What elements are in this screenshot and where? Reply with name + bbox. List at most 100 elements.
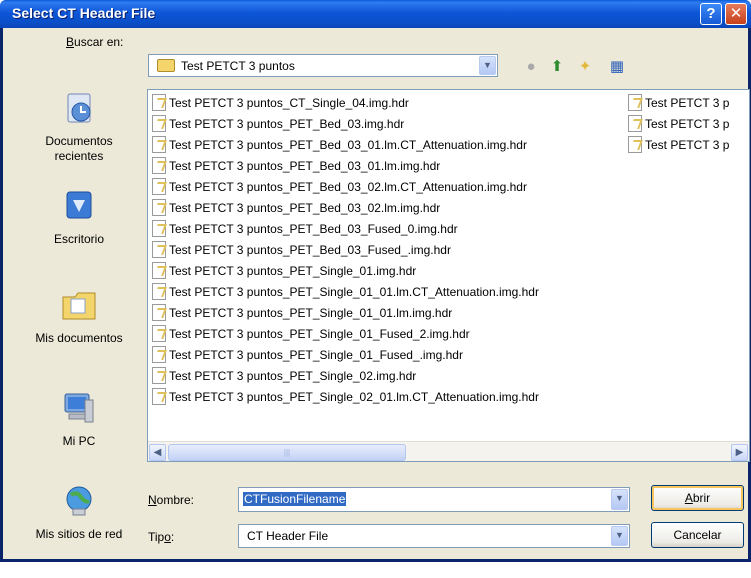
file-item[interactable]: Test PETCT 3 puntos_PET_Bed_03_Fused_0.i… (152, 219, 458, 239)
file-name: Test PETCT 3 puntos_PET_Single_02_01.lm.… (169, 390, 539, 404)
place-my-computer[interactable]: Mi PC (24, 390, 134, 449)
file-icon (628, 115, 642, 133)
chevron-down-icon[interactable]: ▼ (611, 489, 628, 510)
file-icon (152, 136, 166, 154)
place-recent-documents[interactable]: Documentos recientes (24, 90, 134, 164)
file-item[interactable]: Test PETCT 3 puntos_PET_Single_02.img.hd… (152, 366, 416, 386)
file-item[interactable]: Test PETCT 3 puntos_PET_Bed_03_01.lm.CT_… (152, 135, 527, 155)
filetype-select[interactable]: CT Header File ▼ (238, 524, 630, 548)
folder-icon (157, 59, 175, 72)
up-folder-icon[interactable]: ⬆ (546, 56, 568, 78)
file-item[interactable]: Test PETCT 3 puntos_PET_Single_01.img.hd… (152, 261, 416, 281)
filetype-value: CT Header File (247, 529, 329, 543)
file-name: Test PETCT 3 puntos_CT_Single_04.img.hdr (169, 96, 409, 110)
file-icon (152, 241, 166, 259)
file-list[interactable]: Test PETCT 3 puntos_CT_Single_04.img.hdr… (147, 89, 750, 462)
file-icon (152, 304, 166, 322)
look-in-combo[interactable]: Test PETCT 3 puntos ▼ (148, 54, 498, 77)
dialog-window: Select CT Header File ? ✕ Buscar en: Tes… (0, 0, 751, 562)
chevron-down-icon[interactable]: ▼ (479, 56, 496, 75)
file-icon (152, 220, 166, 238)
place-network[interactable]: Mis sitios de red (24, 483, 134, 542)
file-icon (152, 94, 166, 112)
filename-input[interactable]: CTFusionFilename ▼ (238, 487, 630, 512)
new-folder-icon[interactable]: ✦ (574, 56, 596, 78)
close-icon: ✕ (729, 5, 743, 22)
file-icon (152, 346, 166, 364)
open-button[interactable]: Abrir (651, 485, 744, 511)
file-name: Test PETCT 3 puntos_PET_Bed_03_Fused_.im… (169, 243, 451, 257)
places-bar: Documentos recientes Escritorio Mis docu… (24, 90, 134, 578)
file-name: Test PETCT 3 puntos_PET_Single_01_01.lm.… (169, 306, 453, 320)
file-name: Test PETCT 3 p (645, 96, 730, 110)
file-item[interactable]: Test PETCT 3 p (628, 114, 729, 134)
back-icon[interactable]: ● (520, 56, 542, 78)
close-button[interactable]: ✕ (725, 3, 747, 25)
file-icon (152, 262, 166, 280)
filename-label: Nombre: (148, 493, 195, 507)
file-icon (152, 199, 166, 217)
file-name: Test PETCT 3 puntos_PET_Bed_03_02.lm.CT_… (169, 180, 527, 194)
desktop-icon (66, 191, 92, 219)
place-desktop[interactable]: Escritorio (24, 188, 134, 247)
file-name: Test PETCT 3 puntos_PET_Bed_03_01.lm.CT_… (169, 138, 527, 152)
file-name: Test PETCT 3 puntos_PET_Bed_03_01.lm.img… (169, 159, 441, 173)
file-name: Test PETCT 3 puntos_PET_Single_01_Fused_… (169, 327, 470, 341)
chevron-down-icon[interactable]: ▼ (611, 526, 628, 546)
my-computer-icon (64, 393, 94, 423)
file-item[interactable]: Test PETCT 3 p (628, 93, 729, 113)
file-icon (152, 283, 166, 301)
cancel-button[interactable]: Cancelar (651, 522, 744, 548)
file-item[interactable]: Test PETCT 3 puntos_PET_Bed_03_01.lm.img… (152, 156, 440, 176)
my-documents-icon (62, 292, 96, 320)
file-name: Test PETCT 3 p (645, 117, 730, 131)
file-item[interactable]: Test PETCT 3 puntos_PET_Single_02_01.lm.… (152, 387, 539, 407)
place-my-documents[interactable]: Mis documentos (24, 287, 134, 346)
filetype-label: Tipo: (148, 530, 175, 544)
file-item[interactable]: Test PETCT 3 puntos_PET_Single_01_Fused_… (152, 324, 470, 344)
window-title: Select CT Header File (12, 5, 156, 21)
scrollbar-thumb[interactable]: ||| (168, 444, 406, 461)
file-name: Test PETCT 3 puntos_PET_Single_01_Fused_… (169, 348, 463, 362)
file-icon (152, 325, 166, 343)
file-item[interactable]: Test PETCT 3 p (628, 135, 729, 155)
help-icon: ? (706, 5, 716, 22)
place-label: Documentos recientes (45, 134, 113, 163)
horizontal-scrollbar[interactable]: ◀ ||| ▶ (148, 441, 749, 461)
file-item[interactable]: Test PETCT 3 puntos_PET_Bed_03_02.lm.img… (152, 198, 440, 218)
place-label: Escritorio (53, 232, 104, 246)
scroll-left-icon[interactable]: ◀ (149, 444, 166, 461)
look-in-label: Buscar en: (66, 35, 124, 49)
file-icon (152, 367, 166, 385)
scroll-right-icon[interactable]: ▶ (731, 444, 748, 461)
file-icon (152, 178, 166, 196)
file-item[interactable]: Test PETCT 3 puntos_PET_Bed_03_02.lm.CT_… (152, 177, 527, 197)
filename-value: CTFusionFilename (243, 492, 347, 506)
file-icon (152, 157, 166, 175)
place-label: Mis sitios de red (35, 527, 123, 541)
file-name: Test PETCT 3 puntos_PET_Single_01.img.hd… (169, 264, 417, 278)
title-bar[interactable]: Select CT Header File ? ✕ (0, 0, 751, 28)
file-name: Test PETCT 3 puntos_PET_Bed_03.img.hdr (169, 117, 405, 131)
file-name: Test PETCT 3 puntos_PET_Single_01_01.lm.… (169, 285, 539, 299)
file-name: Test PETCT 3 puntos_PET_Single_02.img.hd… (169, 369, 417, 383)
file-item[interactable]: Test PETCT 3 puntos_PET_Single_01_01.lm.… (152, 282, 539, 302)
recent-documents-icon (67, 93, 91, 123)
look-in-value: Test PETCT 3 puntos (181, 59, 295, 73)
place-label: Mi PC (62, 434, 96, 448)
file-icon (152, 388, 166, 406)
file-name: Test PETCT 3 p (645, 138, 730, 152)
file-item[interactable]: Test PETCT 3 puntos_PET_Single_01_01.lm.… (152, 303, 452, 323)
file-icon (152, 115, 166, 133)
file-icon (628, 136, 642, 154)
view-menu-icon[interactable]: ▦ (606, 56, 628, 78)
place-label: Mis documentos (35, 331, 123, 345)
network-places-icon (66, 486, 92, 516)
file-item[interactable]: Test PETCT 3 puntos_CT_Single_04.img.hdr (152, 93, 409, 113)
file-item[interactable]: Test PETCT 3 puntos_PET_Bed_03_Fused_.im… (152, 240, 451, 260)
file-item[interactable]: Test PETCT 3 puntos_PET_Single_01_Fused_… (152, 345, 463, 365)
file-item[interactable]: Test PETCT 3 puntos_PET_Bed_03.img.hdr (152, 114, 404, 134)
file-name: Test PETCT 3 puntos_PET_Bed_03_Fused_0.i… (169, 222, 458, 236)
file-icon (628, 94, 642, 112)
help-button[interactable]: ? (700, 3, 722, 25)
